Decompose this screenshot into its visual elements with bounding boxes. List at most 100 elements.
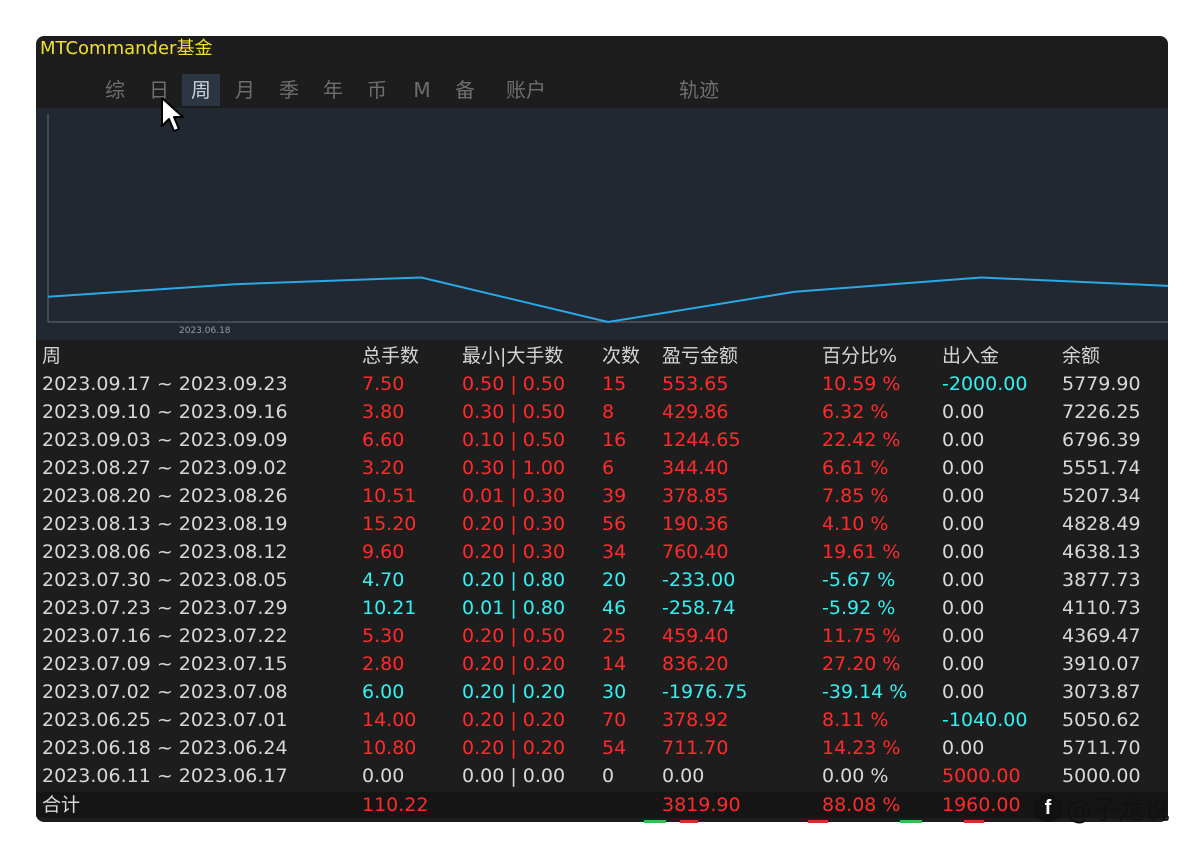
- cell-count: 6: [602, 457, 615, 479]
- cell-balance: 4110.73: [1062, 597, 1141, 619]
- cell-week: 2023.07.23 ~ 2023.07.29: [42, 597, 288, 619]
- tab-8[interactable]: 备: [452, 74, 478, 106]
- cell-lots: 6.00: [362, 681, 405, 703]
- cell-pct: 10.59 %: [822, 373, 901, 395]
- column-header[interactable]: 总手数: [362, 342, 419, 370]
- cell-flow: -2000.00: [942, 373, 1028, 395]
- table-row[interactable]: 2023.06.18 ~ 2023.06.24 10.80 0.20 | 0.20 5…: [36, 734, 1168, 762]
- cell-flow: 0.00: [942, 485, 985, 507]
- column-header[interactable]: 次数: [602, 342, 640, 370]
- cell-pl: 190.36: [662, 513, 729, 535]
- tab-6[interactable]: 币: [364, 74, 390, 106]
- cell-count: 70: [602, 709, 627, 731]
- cell-pct: 7.85 %: [822, 485, 889, 507]
- cell-minmax: 0.20 | 0.20: [462, 653, 566, 675]
- tab-5[interactable]: 年: [320, 74, 346, 106]
- cell-flow: 0.00: [942, 541, 985, 563]
- app-title: MTCommander基金: [40, 38, 213, 59]
- cell-balance: 5207.34: [1062, 485, 1141, 507]
- cell-pct: -39.14 %: [822, 681, 908, 703]
- cell-count: 34: [602, 541, 627, 563]
- bottom-mark-green: [644, 820, 666, 823]
- total-row: 合计 110.22 3819.90 88.08 % 1960.00: [36, 792, 1168, 818]
- tab-9[interactable]: 账户: [504, 74, 548, 106]
- cell-pct: 4.10 %: [822, 513, 889, 535]
- table-row[interactable]: 2023.07.09 ~ 2023.07.15 2.80 0.20 | 0.20 14…: [36, 650, 1168, 678]
- cell-balance: 3910.07: [1062, 653, 1141, 675]
- cell-balance: 7226.25: [1062, 401, 1141, 423]
- cell-pct: 19.61 %: [822, 541, 901, 563]
- app-window: MTCommander基金 综日周月季年币 M 备账户 轨迹 2023.06.18 周…: [36, 36, 1168, 822]
- cell-pct: 11.75 %: [822, 625, 901, 647]
- cell-count: 15: [602, 373, 627, 395]
- cell-lots: 10.80: [362, 737, 417, 759]
- cell-count: 20: [602, 569, 627, 591]
- cell-count: 0: [602, 765, 615, 787]
- tab-10[interactable]: 轨迹: [676, 74, 722, 106]
- table-row[interactable]: 2023.08.27 ~ 2023.09.02 3.20 0.30 | 1.00 6 3…: [36, 454, 1168, 482]
- cell-pl: 378.92: [662, 709, 729, 731]
- cell-week: 2023.07.02 ~ 2023.07.08: [42, 681, 288, 703]
- bottom-mark-red: [680, 820, 698, 823]
- tab-4[interactable]: 季: [276, 74, 302, 106]
- column-header[interactable]: 最小|大手数: [462, 342, 563, 370]
- cell-pl: 429.86: [662, 401, 729, 423]
- cell-lots: 5.30: [362, 625, 405, 647]
- tab-0[interactable]: 综: [102, 74, 128, 106]
- column-header[interactable]: 出入金: [942, 342, 999, 370]
- column-header[interactable]: 周: [42, 342, 61, 370]
- table-header: 周 总手数 最小|大手数 次数 盈亏金额 百分比% 出入金 余额: [36, 342, 1168, 370]
- table-row[interactable]: 2023.08.13 ~ 2023.08.19 15.20 0.20 | 0.30 5…: [36, 510, 1168, 538]
- tab-7[interactable]: M: [410, 74, 434, 106]
- cell-minmax: 0.01 | 0.80: [462, 597, 566, 619]
- table-row[interactable]: 2023.08.20 ~ 2023.08.26 10.51 0.01 | 0.30 3…: [36, 482, 1168, 510]
- cell-lots: 6.60: [362, 429, 405, 451]
- total-lots: 110.22: [362, 794, 429, 816]
- facebook-icon: f: [1034, 794, 1062, 822]
- bottom-mark-green-2: [900, 820, 922, 823]
- cell-flow: 0.00: [942, 513, 985, 535]
- cell-minmax: 0.01 | 0.30: [462, 485, 566, 507]
- table-row[interactable]: 2023.09.03 ~ 2023.09.09 6.60 0.10 | 0.50 16…: [36, 426, 1168, 454]
- cell-count: 56: [602, 513, 627, 535]
- tab-2[interactable]: 周: [182, 74, 220, 106]
- column-header[interactable]: 盈亏金额: [662, 342, 738, 370]
- cell-minmax: 0.20 | 0.30: [462, 541, 566, 563]
- cell-minmax: 0.20 | 0.20: [462, 709, 566, 731]
- cell-pl: 378.85: [662, 485, 729, 507]
- cell-lots: 7.50: [362, 373, 405, 395]
- cell-lots: 4.70: [362, 569, 405, 591]
- bottom-mark-red-2: [808, 820, 828, 823]
- table-row[interactable]: 2023.08.06 ~ 2023.08.12 9.60 0.20 | 0.30 34…: [36, 538, 1168, 566]
- total-flow: 1960.00: [942, 794, 1021, 816]
- table-row[interactable]: 2023.09.17 ~ 2023.09.23 7.50 0.50 | 0.50 15…: [36, 370, 1168, 398]
- table-row[interactable]: 2023.07.23 ~ 2023.07.29 10.21 0.01 | 0.80 4…: [36, 594, 1168, 622]
- cell-balance: 5779.90: [1062, 373, 1141, 395]
- cell-pl: -233.00: [662, 569, 736, 591]
- table-row[interactable]: 2023.07.16 ~ 2023.07.22 5.30 0.20 | 0.50 25…: [36, 622, 1168, 650]
- cell-week: 2023.06.18 ~ 2023.06.24: [42, 737, 288, 759]
- cell-pl: 553.65: [662, 373, 729, 395]
- table-row[interactable]: 2023.09.10 ~ 2023.09.16 3.80 0.30 | 0.50 8 4…: [36, 398, 1168, 426]
- column-header[interactable]: 余额: [1062, 342, 1100, 370]
- column-header[interactable]: 百分比%: [822, 342, 897, 370]
- watermark: f @子龙说: [1034, 788, 1170, 828]
- total-label: 合计: [42, 794, 81, 816]
- tab-3[interactable]: 月: [232, 74, 258, 106]
- table-row[interactable]: 2023.07.30 ~ 2023.08.05 4.70 0.20 | 0.80 20…: [36, 566, 1168, 594]
- cell-minmax: 0.30 | 0.50: [462, 401, 566, 423]
- cell-week: 2023.09.17 ~ 2023.09.23: [42, 373, 288, 395]
- cell-pct: 14.23 %: [822, 737, 901, 759]
- cell-lots: 3.20: [362, 457, 405, 479]
- cell-pct: -5.67 %: [822, 569, 896, 591]
- table-row[interactable]: 2023.06.25 ~ 2023.07.01 14.00 0.20 | 0.20 7…: [36, 706, 1168, 734]
- cell-minmax: 0.50 | 0.50: [462, 373, 566, 395]
- bottom-mark-red-3: [964, 820, 984, 823]
- cell-week: 2023.08.27 ~ 2023.09.02: [42, 457, 288, 479]
- cell-minmax: 0.20 | 0.50: [462, 625, 566, 647]
- cell-pl: 760.40: [662, 541, 729, 563]
- table-row[interactable]: 2023.07.02 ~ 2023.07.08 6.00 0.20 | 0.20 30…: [36, 678, 1168, 706]
- table-row[interactable]: 2023.06.11 ~ 2023.06.17 0.00 0.00 | 0.00 0 0…: [36, 762, 1168, 790]
- cell-lots: 15.20: [362, 513, 417, 535]
- cell-count: 54: [602, 737, 627, 759]
